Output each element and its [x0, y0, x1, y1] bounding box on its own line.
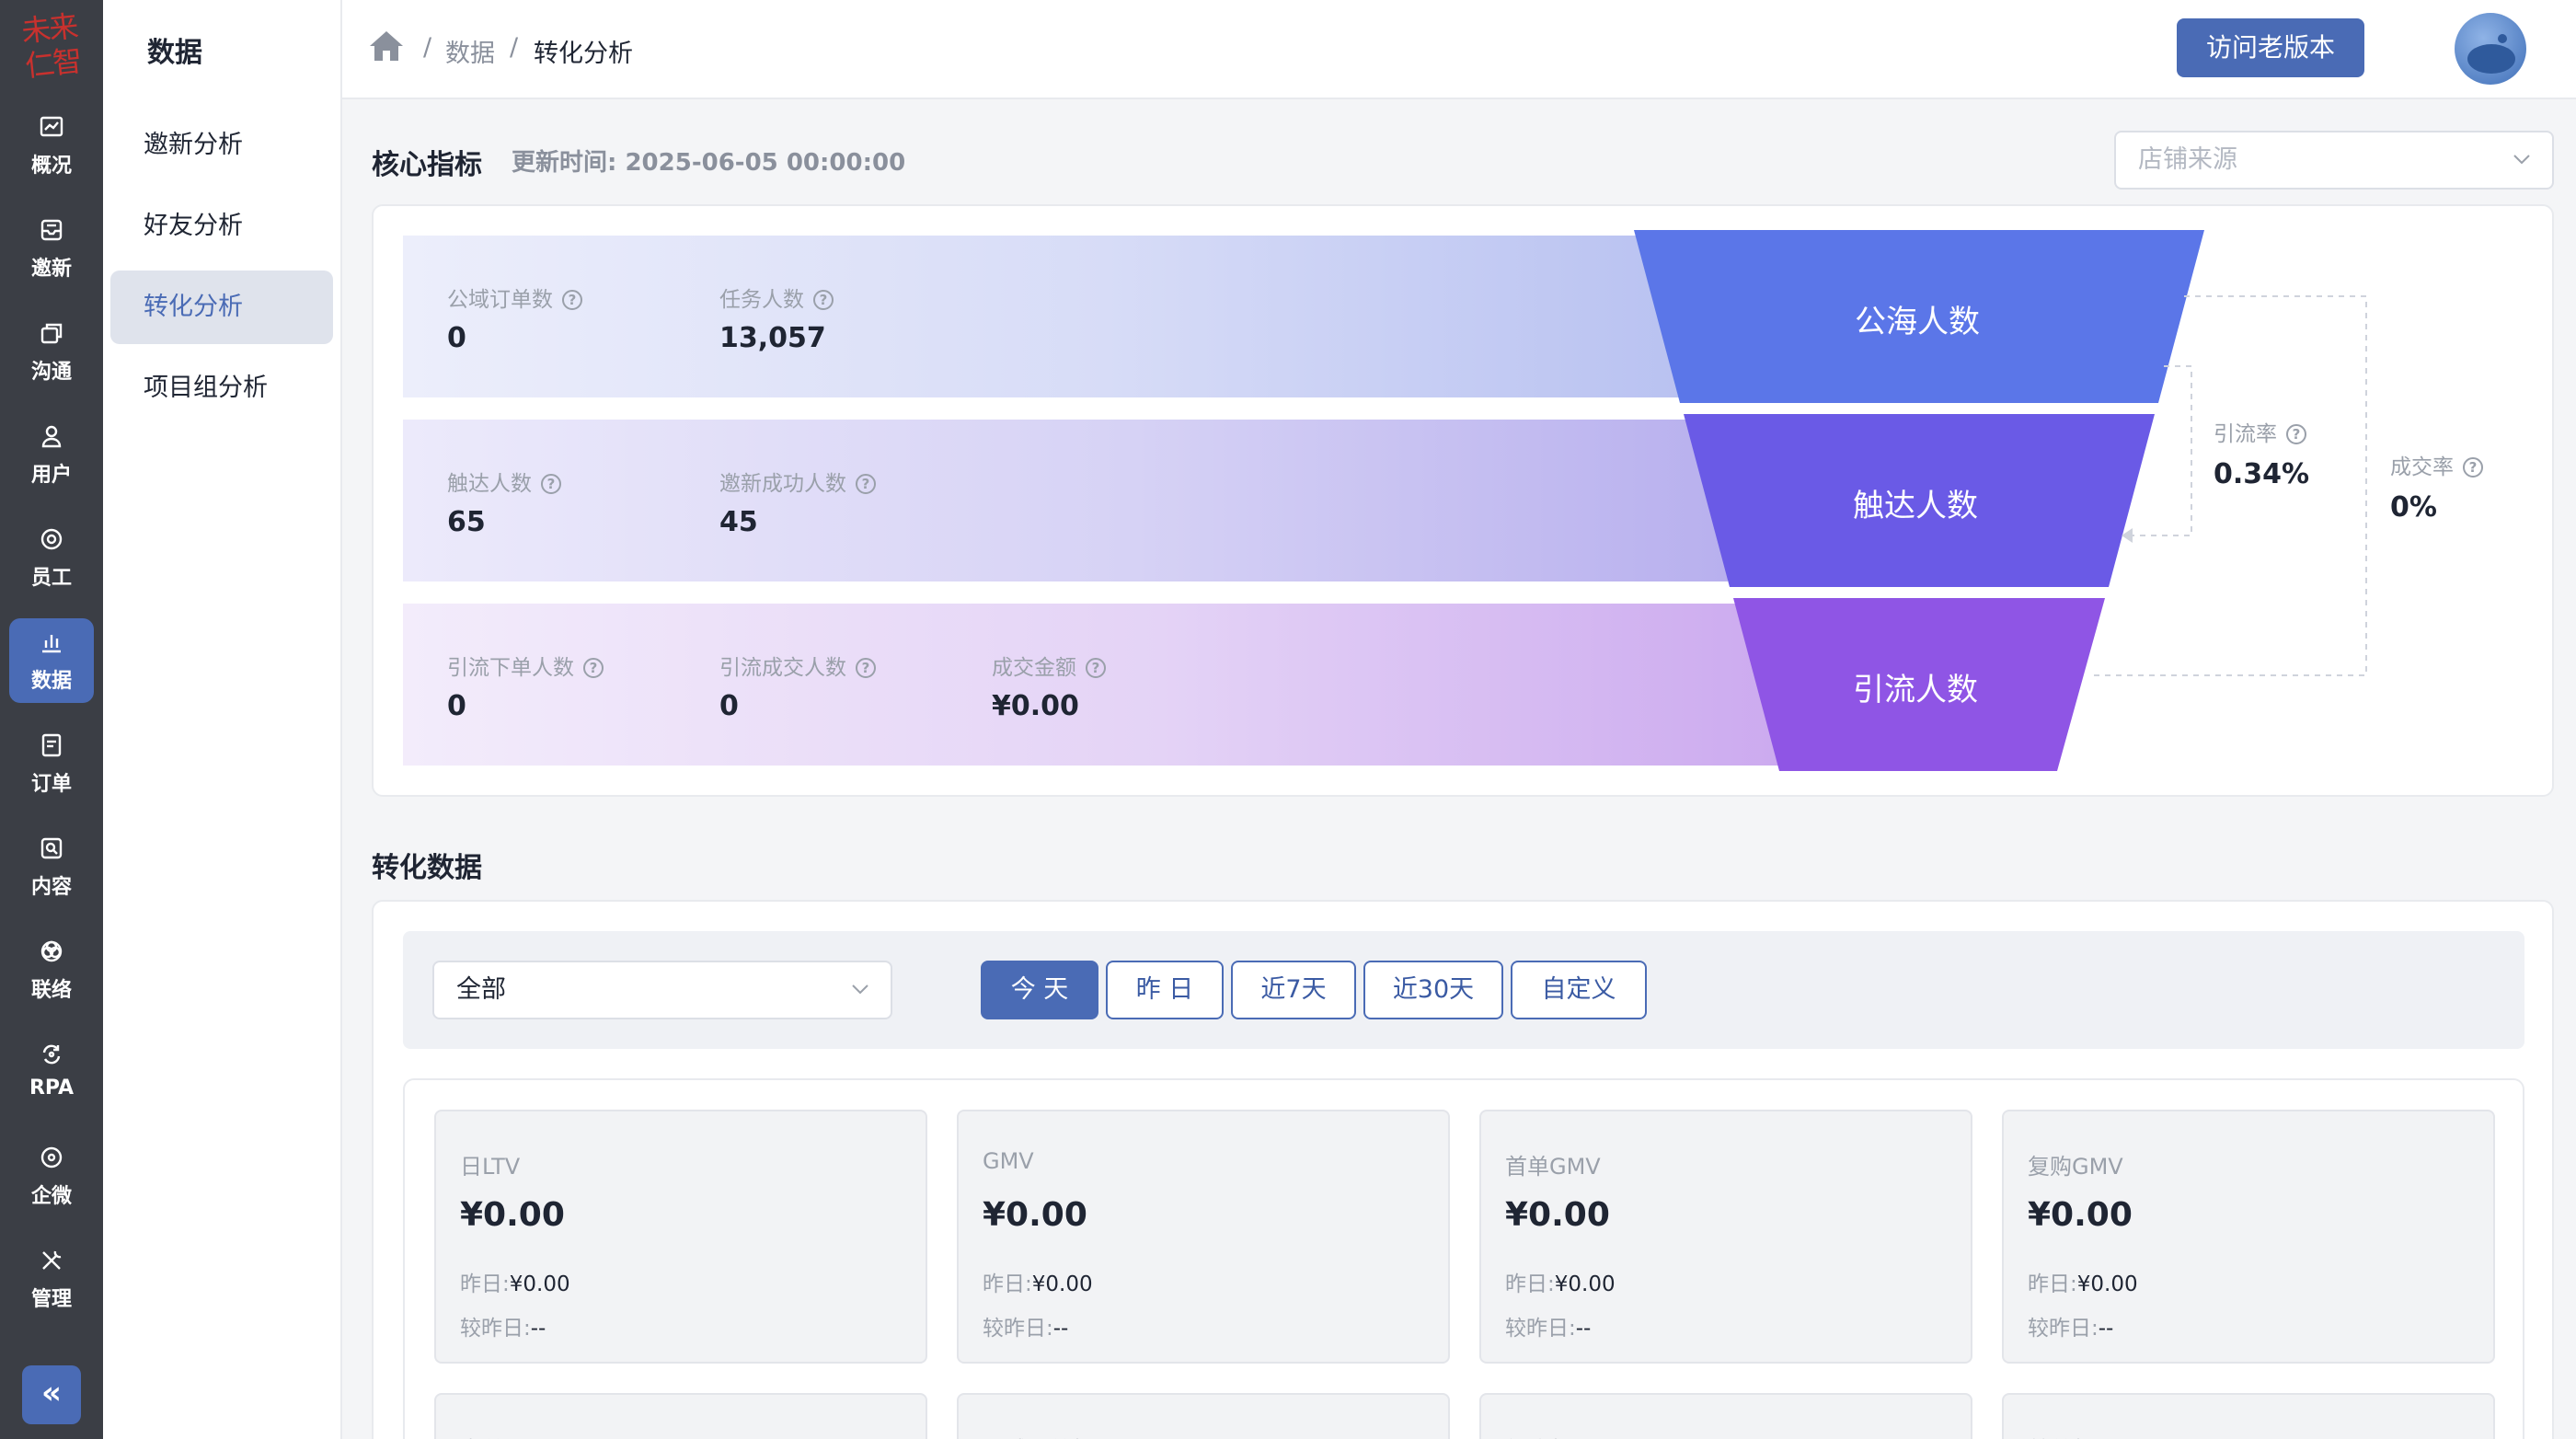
rate-value-deal: 0%: [2390, 491, 2437, 524]
help-icon[interactable]: ?: [2463, 457, 2483, 478]
rate-label-traffic: 引流率?: [2214, 416, 2306, 447]
kpi-yesterday: 昨日:¥0.00: [983, 1272, 1093, 1296]
scope-select-value: 全部: [456, 975, 506, 1004]
kpi-yesterday: 昨日:¥0.00: [460, 1272, 570, 1296]
funnel-label-reach: 触达人数: [1853, 488, 1978, 524]
kpi-card-gmv: GMV ¥0.00 昨日:¥0.00 较昨日:--: [957, 1110, 1450, 1364]
date-tab-custom[interactable]: 自定义: [1511, 961, 1647, 1019]
funnel-label-traffic: 引流人数: [1853, 672, 1978, 708]
kpi-title: 日LTV: [460, 1154, 521, 1180]
kpi-title: 首单数: [2028, 1432, 2094, 1439]
kpi-title: 客单价: [460, 1432, 526, 1439]
kpi-title: 复购数: [1505, 1432, 1571, 1439]
kpi-title: 私域订单数: [983, 1432, 1093, 1439]
kpi-title: 首单GMV: [1505, 1154, 1601, 1180]
kpi-value: ¥0.00: [983, 1196, 1087, 1234]
date-tab-7days[interactable]: 近7天: [1231, 961, 1356, 1019]
kpi-title: 复购GMV: [2028, 1154, 2123, 1180]
help-icon[interactable]: ?: [2286, 424, 2306, 444]
rate-value-traffic: 0.34%: [2214, 458, 2310, 490]
kpi-compare: 较昨日:--: [983, 1317, 1069, 1341]
kpi-card-private-orders: 私域订单数: [957, 1393, 1450, 1439]
kpi-value: ¥0.00: [2028, 1196, 2133, 1234]
scope-select[interactable]: 全部: [432, 961, 892, 1019]
kpi-card-repurchase-count: 复购数: [1479, 1393, 1972, 1439]
kpi-compare: 较昨日:--: [2028, 1317, 2114, 1341]
conversion-data-title: 转化数据: [372, 852, 482, 884]
kpi-card-first-order-count: 首单数: [2002, 1393, 2495, 1439]
kpi-yesterday: 昨日:¥0.00: [2028, 1272, 2138, 1296]
date-tab-yesterday[interactable]: 昨 日: [1106, 961, 1224, 1019]
kpi-card-daily-ltv: 日LTV ¥0.00 昨日:¥0.00 较昨日:--: [434, 1110, 927, 1364]
kpi-value: ¥0.00: [1505, 1196, 1610, 1234]
date-tab-today[interactable]: 今 天: [981, 961, 1098, 1019]
kpi-compare: 较昨日:--: [460, 1317, 546, 1341]
kpi-yesterday: 昨日:¥0.00: [1505, 1272, 1616, 1296]
kpi-value: ¥0.00: [460, 1196, 565, 1234]
date-tab-30days[interactable]: 近30天: [1363, 961, 1503, 1019]
kpi-card-repurchase-gmv: 复购GMV ¥0.00 昨日:¥0.00 较昨日:--: [2002, 1110, 2495, 1364]
kpi-card-avg-order-value: 客单价: [434, 1393, 927, 1439]
kpi-card-first-order-gmv: 首单GMV ¥0.00 昨日:¥0.00 较昨日:--: [1479, 1110, 1972, 1364]
rate-label-deal: 成交率?: [2390, 449, 2483, 480]
chevron-down-icon: [852, 984, 868, 995]
kpi-compare: 较昨日:--: [1505, 1317, 1592, 1341]
kpi-title: GMV: [983, 1148, 1034, 1174]
funnel-label-sea: 公海人数: [1855, 304, 1980, 340]
